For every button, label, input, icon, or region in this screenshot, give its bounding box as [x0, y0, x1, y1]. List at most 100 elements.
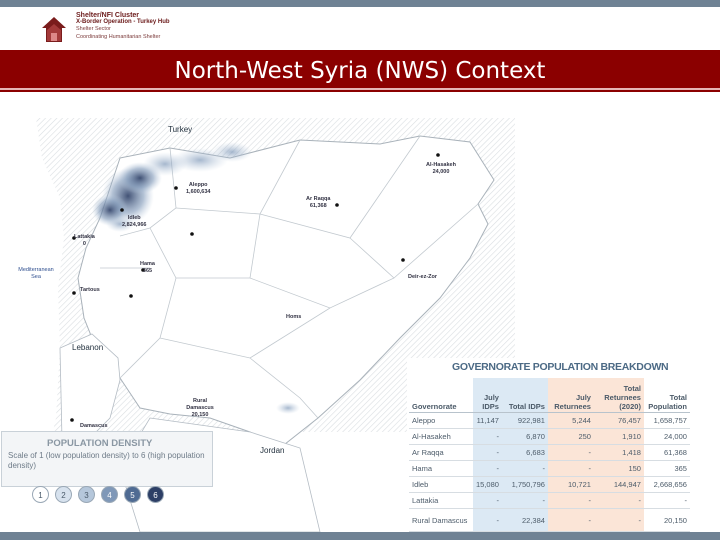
cell-total-ret: 1,910: [593, 428, 644, 445]
bottom-frame-bar: [0, 532, 720, 540]
cell-total-idps: 6,683: [501, 444, 548, 461]
idleb-population: 2,824,966: [122, 222, 147, 228]
cell-total-pop: 2,668,656: [643, 476, 690, 493]
hama-population: 365: [142, 268, 153, 274]
city-label-lattakia: Lattakia 0: [74, 234, 95, 248]
cell-total-ret: 144,947: [593, 476, 644, 493]
city-label-homs: Homs: [286, 314, 302, 320]
cell-total-idps: 1,750,796: [501, 476, 548, 493]
header-total-idps: Total IDPs: [501, 378, 548, 413]
table-header-row: Governorate July IDPs Total IDPs July Re…: [409, 378, 690, 413]
cell-total-ret: -: [593, 508, 644, 532]
cell-gov: Al-Hasakeh: [409, 428, 473, 445]
cell-july-idps: 11,147: [473, 412, 502, 429]
cell-total-idps: 22,384: [501, 508, 548, 532]
cell-total-ret: 150: [593, 460, 644, 477]
al-hasakeh-population: 24,000: [432, 169, 450, 175]
cell-july-ret: 250: [547, 428, 594, 445]
table-title: GOVERNORATE POPULATION BREAKDOWN: [452, 361, 669, 373]
density-level-1: 1: [32, 486, 49, 503]
cell-total-idps: 6,870: [501, 428, 548, 445]
aleppo-name: Aleppo: [188, 182, 208, 188]
city-label-damascus: Damascus: [80, 423, 108, 429]
legend-title: POPULATION DENSITY: [47, 438, 153, 449]
country-label-jordan: Jordan: [260, 446, 285, 455]
cell-gov: Aleppo: [409, 412, 473, 429]
ar-raqqa-population: 61,368: [309, 203, 327, 209]
cell-total-pop: 61,368: [643, 444, 690, 461]
table-row: Hama - - -150 365: [409, 460, 690, 477]
density-level-5: 5: [124, 486, 141, 503]
cell-total-ret: 76,457: [593, 412, 644, 429]
cell-total-pop: 1,658,757: [643, 412, 690, 429]
table-row: Al-Hasakeh -6,870 250 1,910 24,000: [409, 428, 690, 445]
cell-july-idps: -: [473, 508, 502, 532]
aleppo-population: 1,600,634: [186, 189, 211, 195]
cell-gov: Ar Raqqa: [409, 444, 473, 461]
house-logo-icon: [42, 17, 66, 42]
population-density-legend: POPULATION DENSITY Scale of 1 (low popul…: [1, 431, 213, 503]
governorate-breakdown-panel: GOVERNORATE POPULATION BREAKDOWN Governo…: [407, 358, 717, 532]
cell-total-pop: -: [643, 492, 690, 509]
density-level-4: 4: [101, 486, 118, 503]
header-governorate: Governorate: [409, 378, 473, 413]
rural-damascus-population: 20,150: [191, 412, 209, 418]
table-row: Rural Damascus -22,384- -20,150: [409, 508, 690, 532]
idleb-name: Idleb: [127, 215, 141, 221]
cell-total-pop: 20,150: [643, 508, 690, 532]
cell-july-idps: -: [473, 428, 502, 445]
cell-total-idps: -: [501, 460, 548, 477]
title-bar: North-West Syria (NWS) Context: [0, 50, 720, 92]
cell-total-ret: 1,418: [593, 444, 644, 461]
city-label-tartous: Tartous: [80, 287, 100, 293]
al-hasakeh-name: Al-Hasakeh: [426, 162, 456, 168]
density-scale: 123456: [32, 486, 164, 503]
cell-july-ret: -: [547, 460, 594, 477]
cell-total-idps: -: [501, 492, 548, 509]
logo-line-2: X-Border Operation - Turkey Hub: [76, 19, 170, 26]
cell-july-ret: -: [547, 444, 594, 461]
city-label-idleb: Idleb 2,824,966: [122, 215, 146, 229]
table-row: Idleb 15,080 1,750,796 10,721 144,947 2,668,6…: [409, 476, 690, 493]
hama-name: Hama: [140, 261, 155, 267]
page-title: North-West Syria (NWS) Context: [174, 58, 546, 84]
rural-damascus-name: Rural Damascus: [186, 398, 214, 411]
country-label-turkey: Turkey: [168, 125, 193, 134]
cluster-logo: Shelter/NFI Cluster X-Border Operation -…: [38, 12, 198, 48]
cell-july-ret: -: [547, 508, 594, 532]
cell-july-idps: -: [473, 492, 502, 509]
header-total-returnees: Total Returnees (2020): [593, 378, 644, 413]
logo-line-4: Coordinating Humanitarian Shelter: [76, 33, 161, 40]
density-level-3: 3: [78, 486, 95, 503]
logo-line-1: Shelter/NFI Cluster: [76, 12, 140, 19]
cell-total-ret: -: [593, 492, 644, 509]
cell-july-idps: 15,080: [473, 476, 502, 493]
cell-gov: Hama: [409, 460, 473, 477]
city-label-al-hasakeh: Al-Hasakeh 24,000: [426, 162, 456, 176]
ar-raqqa-name: Ar Raqqa: [306, 196, 331, 202]
density-level-6: 6: [147, 486, 164, 503]
sea-label: Mediterranean Sea: [18, 267, 54, 280]
cell-gov: Idleb: [409, 476, 473, 493]
density-level-2: 2: [55, 486, 72, 503]
cell-july-idps: -: [473, 460, 502, 477]
cell-july-ret: 10,721: [547, 476, 594, 493]
cell-total-pop: 24,000: [643, 428, 690, 445]
cell-total-pop: 365: [643, 460, 690, 477]
cell-july-ret: 5,244: [547, 412, 594, 429]
city-label-ar-raqqa: Ar Raqqa 61,368: [306, 196, 330, 210]
table-row: Ar Raqqa -6,683-1,418 61,368: [409, 444, 690, 461]
cell-gov: Rural Damascus: [409, 508, 473, 532]
title-underline: [0, 88, 720, 90]
cell-july-idps: -: [473, 444, 502, 461]
city-label-rural-damascus: Rural Damascus 20,150: [185, 398, 215, 419]
cell-total-idps: 922,981: [501, 412, 548, 429]
city-label-hama: Hama 365: [140, 261, 155, 275]
city-label-deir-ez-zor: Deir-ez-Zor: [408, 274, 438, 280]
table-row: Lattakia - - - - -: [409, 492, 690, 509]
logo-line-3: Shelter Sector: [76, 26, 111, 33]
top-frame-bar: [0, 0, 720, 7]
header-july-returnees: July Returnees: [547, 378, 594, 413]
legend-description: Scale of 1 (low population density) to 6…: [8, 451, 205, 470]
header-july-idps: July IDPs: [473, 378, 502, 413]
